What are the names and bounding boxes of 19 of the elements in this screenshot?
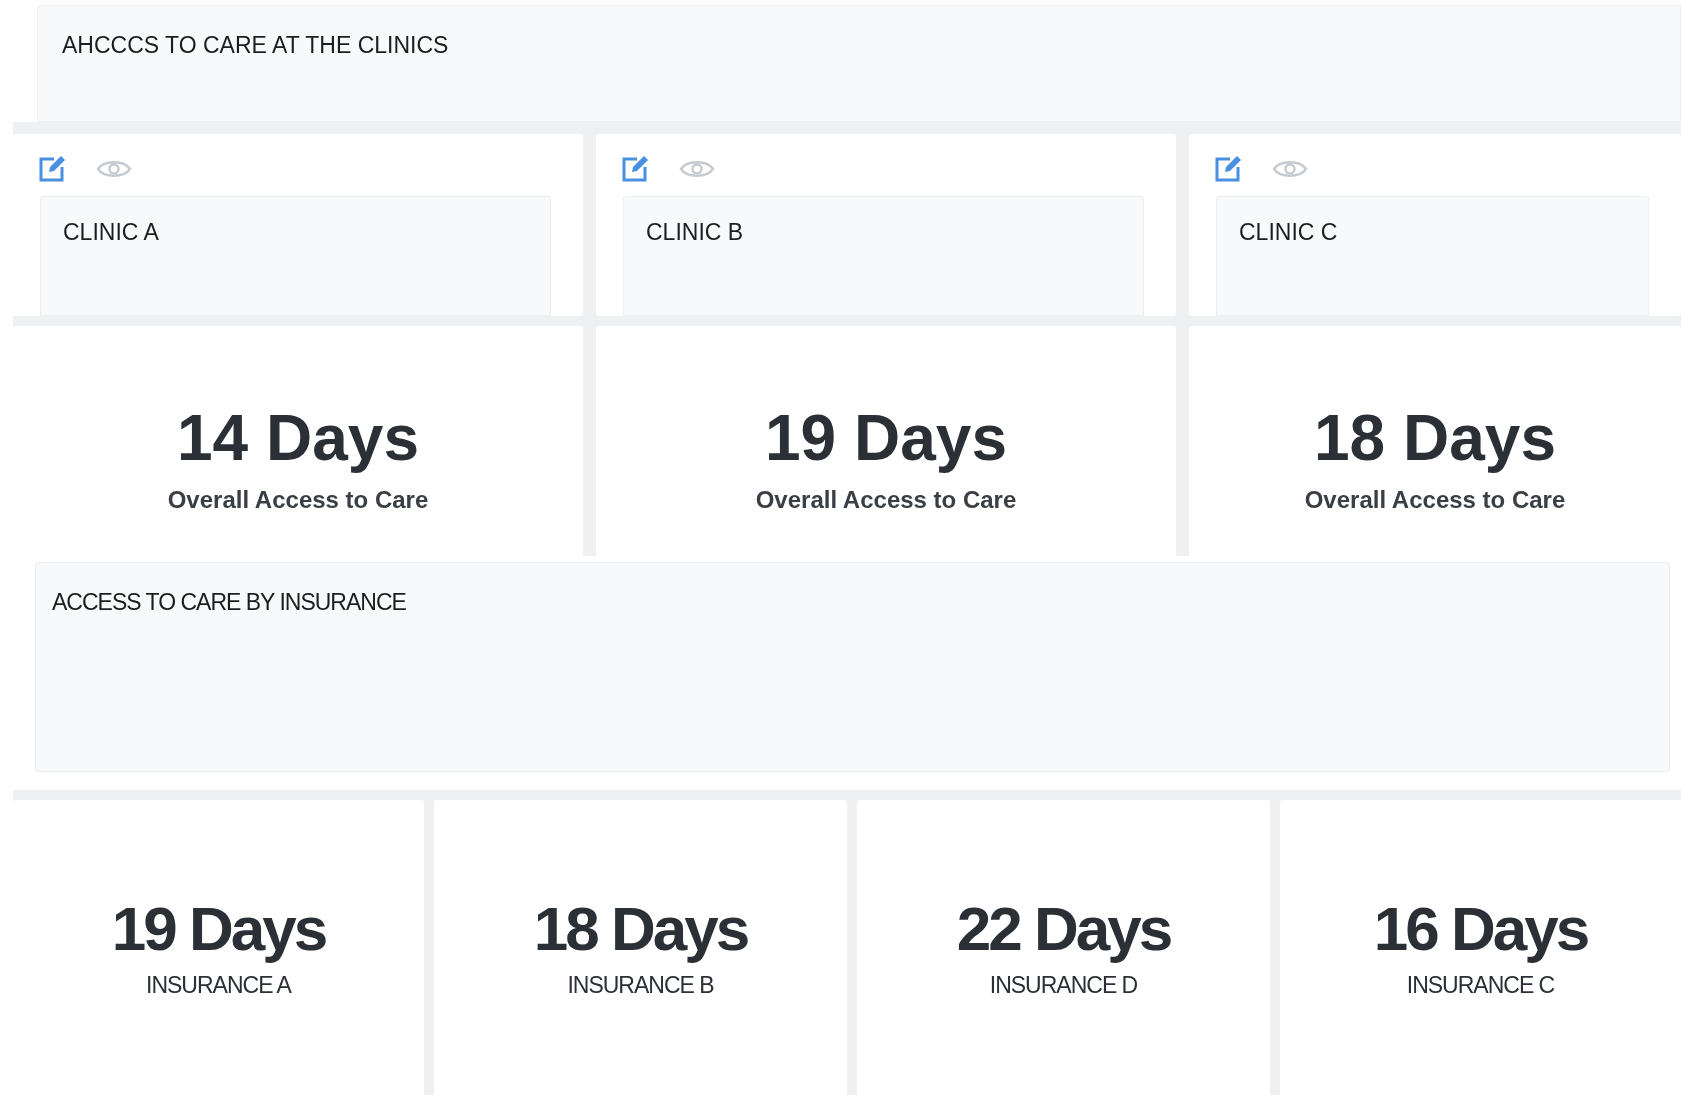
days-value: 18 Days — [533, 896, 748, 962]
clinic-name: CLINIC A — [63, 219, 159, 245]
days-value: 19 Days — [111, 896, 326, 962]
header-title: AHCCCS TO CARE AT THE CLINICS — [62, 32, 449, 58]
insurance-name: INSURANCE B — [567, 971, 714, 1000]
edit-icon[interactable] — [621, 155, 649, 183]
edit-icon[interactable] — [1214, 155, 1242, 183]
stat-caption: Overall Access to Care — [167, 485, 429, 515]
days-value: 22 Days — [956, 896, 1171, 962]
clinic-name: CLINIC B — [646, 219, 744, 245]
insurance-name: INSURANCE D — [989, 971, 1138, 1000]
section-title: ACCESS TO CARE BY INSURANCE — [52, 589, 406, 615]
insurance-name: INSURANCE C — [1406, 971, 1555, 1000]
edit-icon[interactable] — [38, 155, 66, 183]
clinic-name: CLINIC C — [1239, 219, 1338, 245]
stat-caption: Overall Access to Care — [755, 485, 1017, 515]
days-value: 16 Days — [1373, 896, 1588, 962]
stat-caption: Overall Access to Care — [1304, 485, 1566, 515]
insurance-name: INSURANCE A — [146, 971, 291, 1000]
